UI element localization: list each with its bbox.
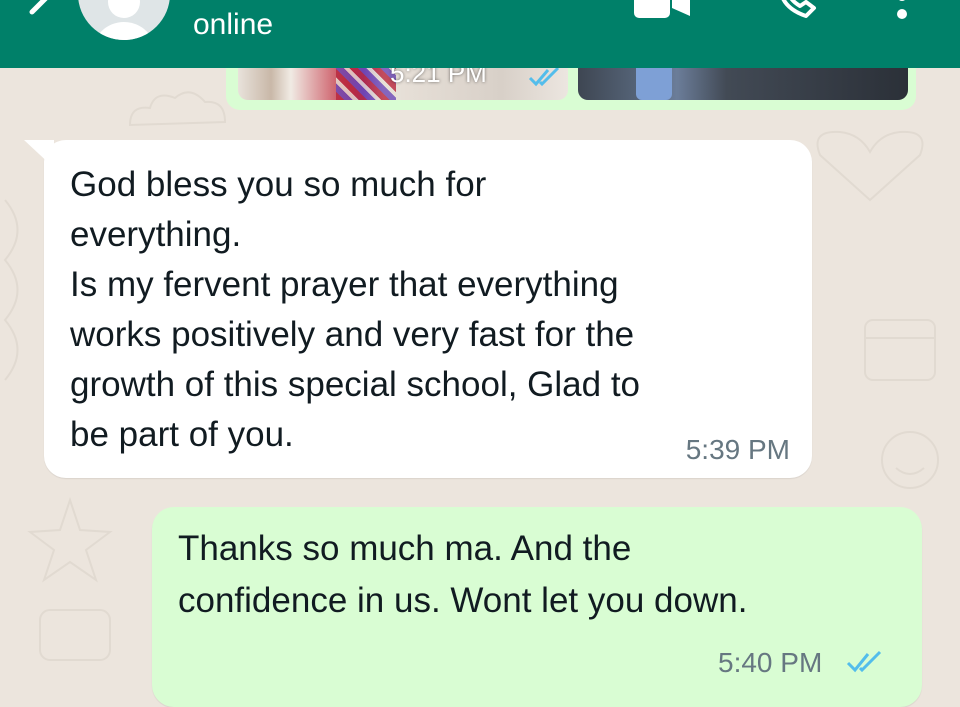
outgoing-message[interactable]: Thanks so much ma. And the confidence in… — [152, 507, 922, 707]
avatar-head — [108, 0, 140, 18]
doodle-heart-icon — [816, 130, 924, 202]
double-check-icon — [528, 66, 560, 87]
phone-icon[interactable] — [776, 0, 820, 20]
chat-header: online — [0, 0, 960, 68]
doodle-cloud-icon — [128, 91, 227, 127]
doodle-squiggle-icon — [3, 199, 19, 381]
contact-avatar[interactable] — [78, 0, 170, 40]
contact-status: online — [193, 8, 274, 41]
double-check-icon — [846, 650, 882, 673]
message-time: 5:40 PM — [718, 647, 823, 678]
incoming-message[interactable]: God bless you so much for everything. Is… — [24, 140, 812, 478]
message-text: God bless you so much for everything. Is… — [70, 165, 641, 454]
doodle-star-icon — [27, 496, 113, 661]
more-vert-icon[interactable] — [890, 0, 914, 22]
doodle-calendar-icon — [864, 319, 936, 381]
doodle-smiley-icon — [881, 431, 939, 489]
message-text: Thanks so much ma. And the confidence in… — [178, 529, 748, 620]
message-time: 5:39 PM — [685, 434, 790, 465]
video-call-icon[interactable] — [632, 0, 692, 22]
back-arrow-icon[interactable] — [18, 0, 58, 24]
avatar-body — [92, 22, 156, 40]
bubble-tail — [24, 140, 54, 168]
